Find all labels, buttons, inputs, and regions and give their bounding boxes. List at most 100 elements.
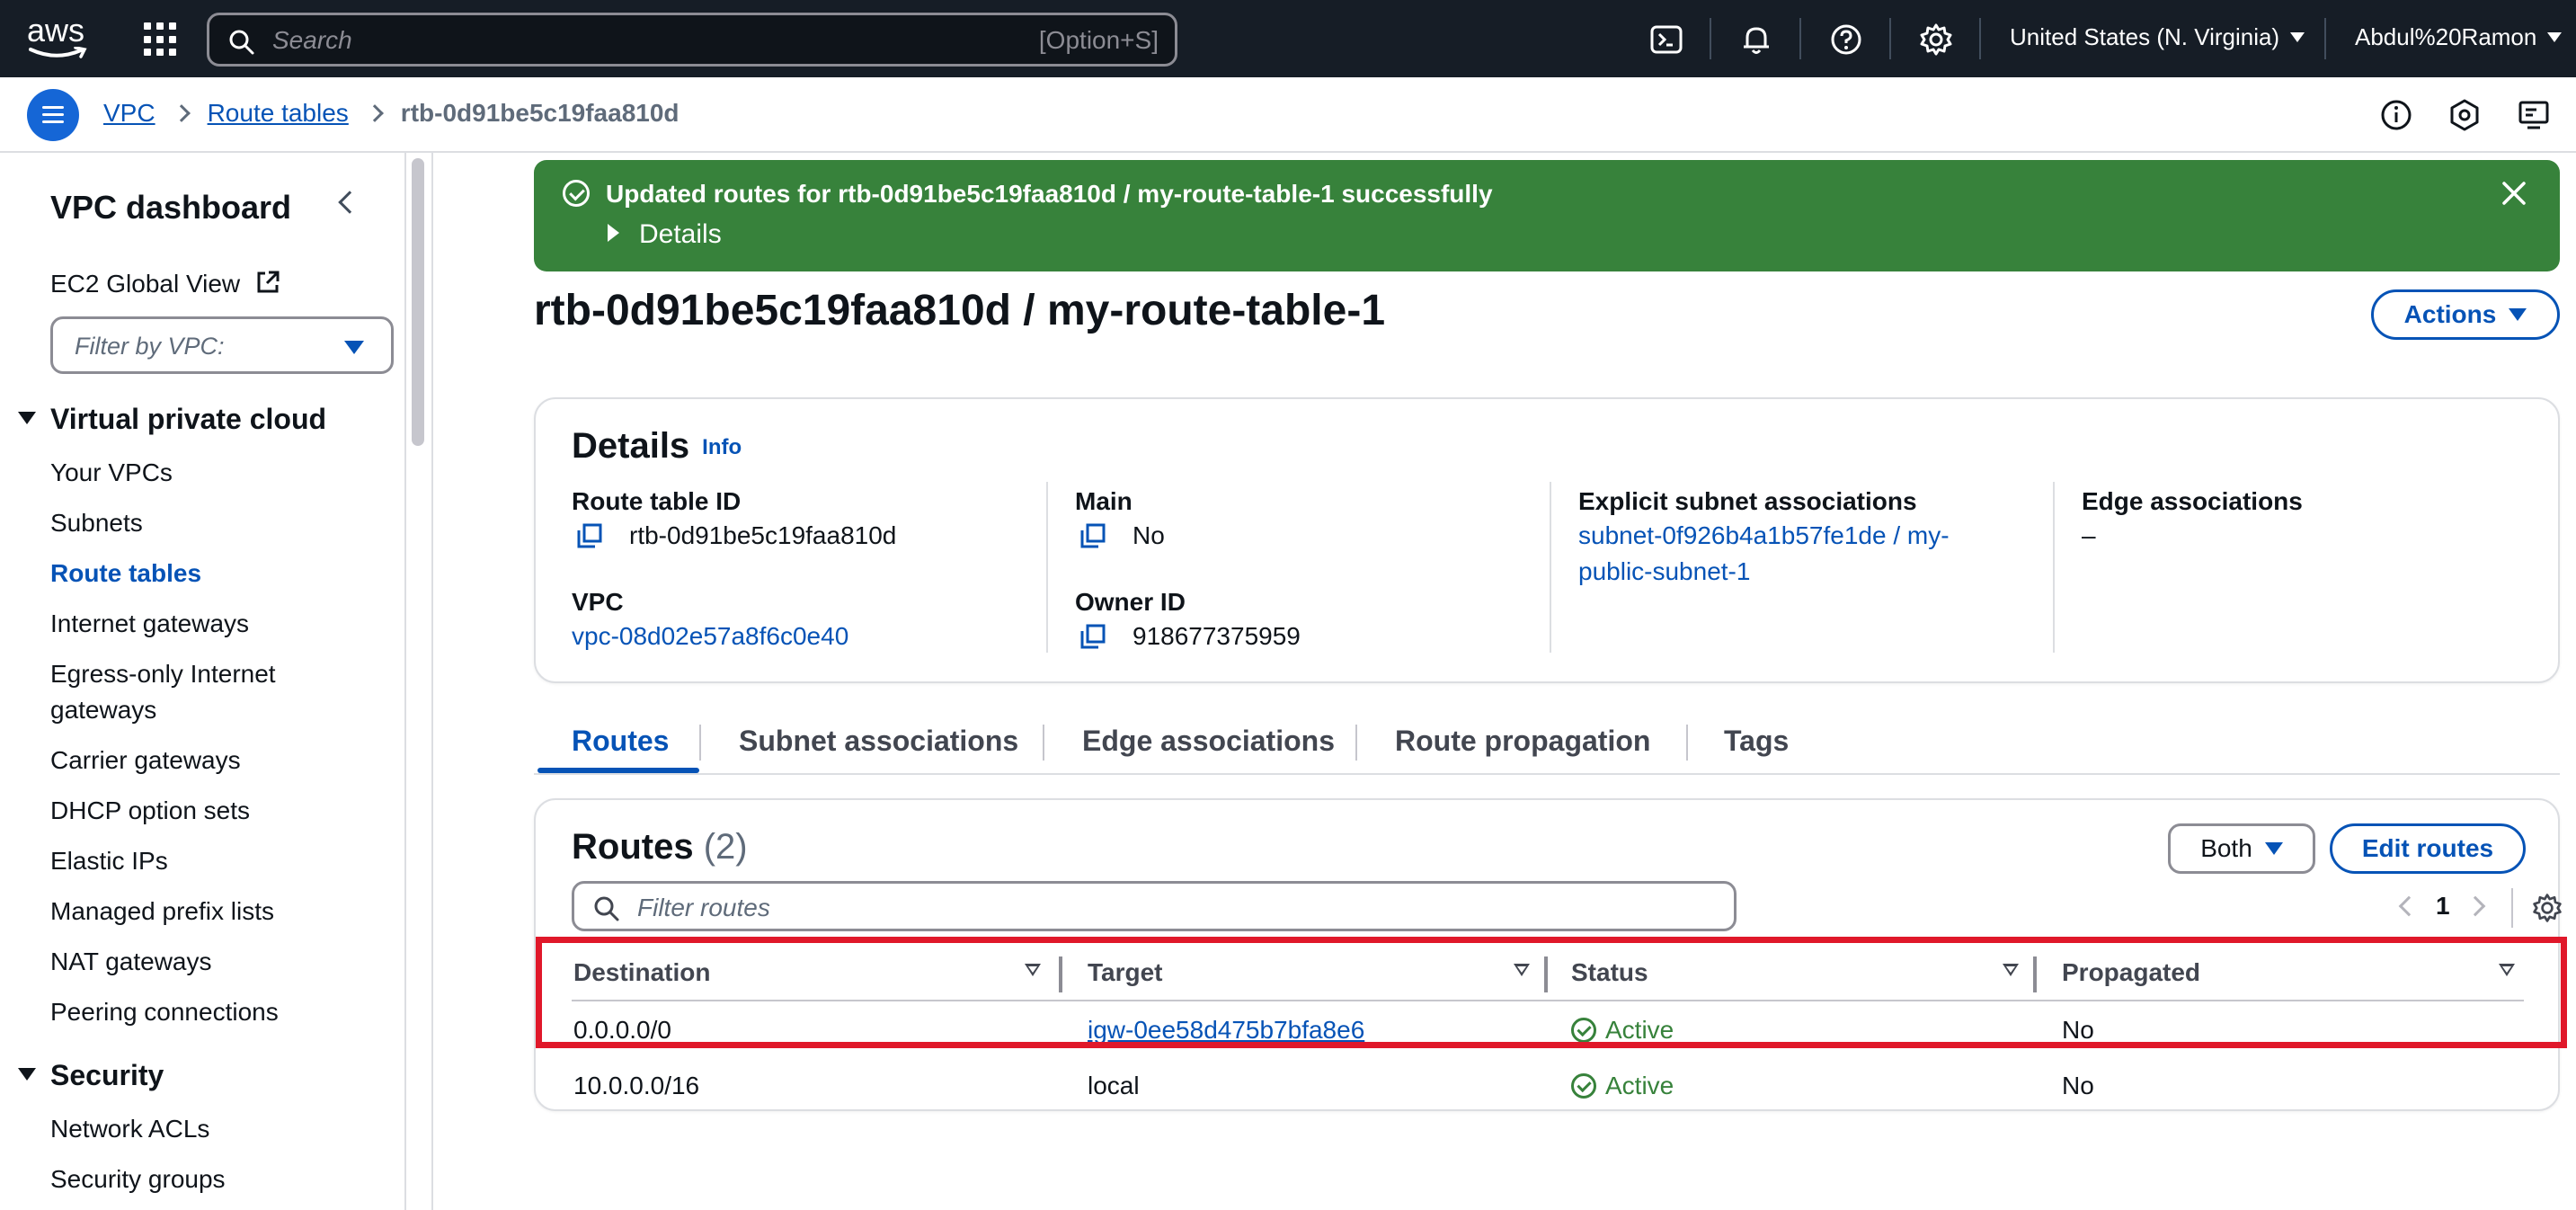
search-shortcut: [Option+S] [1038, 26, 1159, 54]
vpc-label: VPC [572, 588, 624, 616]
tab-edge-associations[interactable]: Edge associations [1082, 725, 1335, 758]
filter-routes-input[interactable]: Filter routes [572, 881, 1737, 931]
sidebar-section-virtual-private-cloud[interactable]: Virtual private cloud [18, 403, 326, 436]
sidebar-section-security[interactable]: Security [18, 1059, 164, 1092]
sidebar-item-subnets[interactable]: Subnets [50, 505, 143, 541]
tab-subnet-associations[interactable]: Subnet associations [739, 725, 1018, 758]
success-flashbar: Updated routes for rtb-0d91be5c19faa810d… [534, 160, 2560, 271]
caret-down-icon [2290, 32, 2305, 42]
sidebar-item-egress-only-internet-gateways[interactable]: Egress-only Internet [50, 656, 276, 692]
explicit-subnet-link-line2[interactable]: public-subnet-1 [1578, 557, 1750, 586]
info-icon[interactable] [2378, 97, 2414, 133]
route-filter-select[interactable]: Both [2168, 823, 2315, 874]
sidebar-item-managed-prefix-lists[interactable]: Managed prefix lists [50, 894, 274, 930]
sidebar-item-route-tables[interactable]: Route tables [50, 556, 201, 592]
caret-down-icon [344, 341, 364, 354]
breadcrumb-bar: VPC Route tables rtb-0d91be5c19faa810d [0, 77, 2576, 153]
sidebar-item-label: EC2 Global View [50, 270, 241, 298]
region-selector[interactable]: United States (N. Virginia) [2010, 23, 2305, 51]
sidebar-item-elastic-ips[interactable]: Elastic IPs [50, 843, 168, 879]
tab-route-propagation[interactable]: Route propagation [1395, 725, 1650, 758]
feedback-icon[interactable] [2517, 97, 2553, 133]
sidebar-item-security-groups[interactable]: Security groups [50, 1161, 226, 1197]
tab-tags[interactable]: Tags [1724, 725, 1789, 758]
sidebar-item-dhcp-option-sets[interactable]: DHCP option sets [50, 793, 250, 829]
details-heading: Details Info [572, 426, 742, 466]
sidebar-item-carrier-gateways[interactable]: Carrier gateways [50, 743, 241, 778]
sidebar-item-nat-gateways[interactable]: NAT gateways [50, 944, 211, 980]
settings-icon[interactable] [1918, 22, 1954, 58]
tab-list: Routes Subnet associations Edge associat… [534, 710, 2560, 775]
sidebar-item-ec2-global-view[interactable]: EC2 Global View [50, 266, 281, 302]
caret-down-icon [2509, 308, 2527, 321]
close-icon[interactable] [2500, 180, 2527, 207]
breadcrumb-current: rtb-0d91be5c19faa810d [400, 99, 680, 127]
route-target: local [1088, 1072, 1140, 1099]
top-navigation: aws Search [Option+S] United States (N. … [0, 0, 2576, 77]
previous-page-icon[interactable] [2398, 895, 2420, 917]
route-destination: 10.0.0.0/16 [573, 1072, 700, 1099]
vpc-filter-placeholder: Filter by VPC: [75, 333, 225, 360]
pagination: 1 [2315, 888, 2562, 928]
vpc-filter-select[interactable]: Filter by VPC: [50, 316, 394, 374]
edit-routes-button[interactable]: Edit routes [2330, 823, 2526, 874]
menu-toggle-button[interactable] [27, 89, 79, 141]
sidebar-item-your-vpcs[interactable]: Your VPCs [50, 455, 173, 491]
explicit-subnet-link[interactable]: subnet-0f926b4a1b57fe1de / my- [1578, 521, 1950, 550]
copy-icon[interactable] [1079, 622, 1107, 651]
main-value: No [1133, 521, 1165, 549]
sidebar-title[interactable]: VPC dashboard [50, 189, 291, 227]
breadcrumb-vpc[interactable]: VPC [103, 99, 155, 128]
caret-down-icon [2264, 842, 2283, 855]
search-icon [594, 896, 619, 921]
cloudshell-icon[interactable] [1648, 22, 1684, 58]
account-menu[interactable]: Abdul%20Ramon [2355, 23, 2563, 51]
caret-down-icon [2547, 32, 2563, 42]
next-page-icon[interactable] [2465, 895, 2486, 917]
notifications-hex-icon[interactable] [2447, 97, 2483, 133]
routes-heading: Routes (2) [572, 827, 748, 867]
table-row[interactable]: 10.0.0.0/16 local Active No [572, 1057, 2524, 1113]
owner-id-value: 918677375959 [1133, 622, 1301, 650]
global-search-input[interactable]: Search [Option+S] [207, 13, 1177, 67]
details-panel: Details Info Route table ID rtb-0d91be5c1… [534, 397, 2560, 683]
aws-logo[interactable]: aws [27, 13, 90, 63]
copy-icon[interactable] [1079, 521, 1107, 550]
success-icon [563, 180, 590, 207]
sidebar-item-internet-gateways[interactable]: Internet gateways [50, 606, 249, 642]
bell-icon[interactable] [1738, 22, 1774, 58]
sidebar-scrollbar[interactable] [412, 158, 424, 446]
help-icon[interactable] [1828, 22, 1864, 58]
tab-routes[interactable]: Routes [572, 725, 669, 758]
external-link-icon [257, 271, 280, 293]
explicit-subnet-associations-label: Explicit subnet associations [1578, 487, 1917, 515]
vpc-link[interactable]: vpc-08d02e57a8f6c0e40 [572, 622, 848, 651]
route-table-id-label: Route table ID [572, 487, 742, 515]
flash-message: Updated routes for rtb-0d91be5c19faa810d… [606, 180, 1493, 208]
status-success-icon [1571, 1073, 1596, 1099]
caret-right-icon [608, 224, 619, 242]
active-tab-indicator [537, 768, 699, 773]
highlight-box [536, 937, 2567, 1048]
sidebar-item-peering-connections[interactable]: Peering connections [50, 994, 279, 1030]
main-label: Main [1075, 487, 1133, 515]
route-propagated: No [2062, 1072, 2094, 1099]
chevron-right-icon [172, 104, 191, 122]
copy-icon[interactable] [575, 521, 604, 550]
aws-smile-icon [29, 47, 87, 58]
flash-details-toggle[interactable]: Details [606, 219, 722, 250]
routes-count: (2) [703, 827, 748, 867]
route-status: Active [1571, 1072, 1674, 1100]
actions-button[interactable]: Actions [2371, 289, 2560, 340]
region-label: United States (N. Virginia) [2010, 23, 2280, 50]
filter-routes-placeholder: Filter routes [637, 894, 770, 921]
page-number[interactable]: 1 [2436, 892, 2450, 921]
breadcrumb-route-tables[interactable]: Route tables [208, 99, 349, 128]
services-grid-icon[interactable] [144, 22, 178, 57]
sidebar-item-network-acls[interactable]: Network ACLs [50, 1111, 209, 1147]
info-link[interactable]: Info [702, 435, 742, 459]
owner-id-label: Owner ID [1075, 588, 1186, 616]
edge-associations-label: Edge associations [2082, 487, 2303, 515]
table-settings-icon[interactable] [2531, 892, 2563, 924]
sidebar-item-egress-only-internet-gateways-line2[interactable]: gateways [50, 692, 156, 728]
